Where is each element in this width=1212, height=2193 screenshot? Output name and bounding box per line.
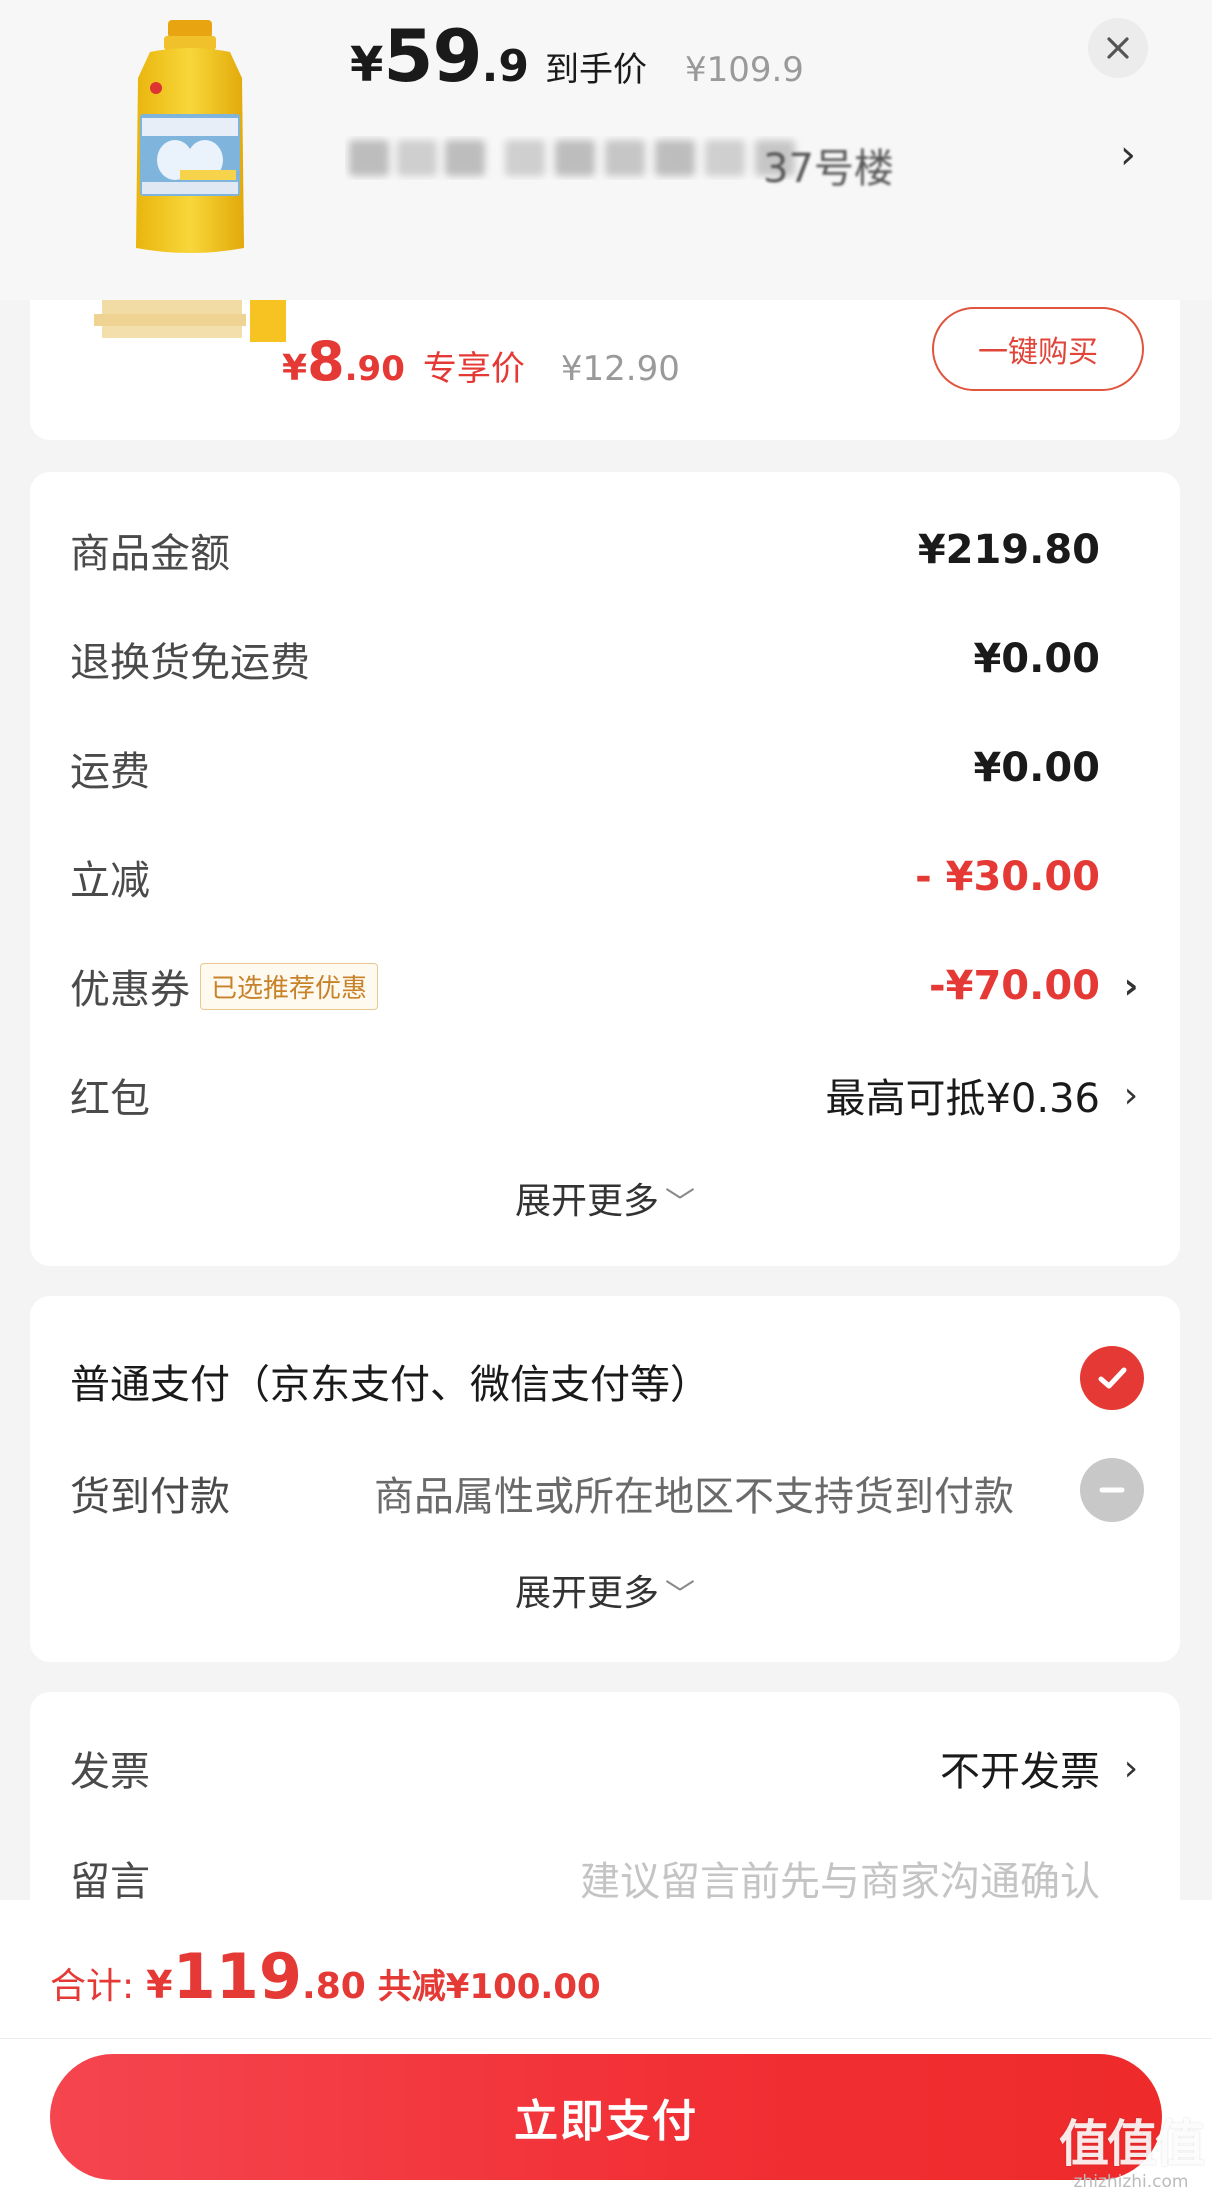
row-label: 运费 (70, 749, 150, 795)
total-saved: 共减¥100.00 (377, 1967, 601, 2007)
row-value: -¥70.00 (929, 963, 1100, 1009)
address-chevron-icon[interactable]: › (1120, 132, 1136, 178)
chevron-right-icon: › (1123, 1747, 1139, 1789)
payment-option-normal[interactable]: 普通支付（京东支付、微信支付等） (70, 1352, 710, 1410)
rec-price-decimal: .90 (344, 349, 405, 389)
watermark-url: zhizhizhi.com (1073, 2172, 1189, 2192)
total-label: 合计: (50, 1966, 135, 2007)
row-instant-discount: 立减 - ¥30.00 (70, 847, 1140, 907)
row-message[interactable]: 留言 建议留言前先与商家沟通确认 (70, 1848, 1140, 1908)
total-currency: ¥ (146, 1963, 173, 2007)
final-price: ¥ 59 .9 到手价 ¥109.9 (350, 14, 804, 98)
price-decimal: .9 (481, 41, 529, 92)
close-button[interactable] (1088, 18, 1148, 78)
divider (0, 2038, 1212, 2039)
order-total: 合计: ¥ 119 .80 共减¥100.00 (50, 1940, 601, 2013)
row-invoice[interactable]: 发票 不开发票 › (70, 1738, 1140, 1798)
close-icon (1107, 37, 1129, 59)
product-header: ¥ 59 .9 到手价 ¥109.9 37号楼 › (0, 0, 1212, 300)
chevron-down-icon: ﹀ (665, 1578, 695, 1613)
chevron-down-icon: ﹀ (665, 1186, 695, 1221)
shipping-address[interactable]: 37号楼 (345, 128, 965, 192)
expand-more-button[interactable]: 展开更多 ﹀ (30, 1172, 1180, 1224)
address-text: 37号楼 (763, 146, 894, 192)
recommended-price: ¥ 8 .90 专享价 ¥12.90 (282, 330, 680, 393)
invoice-value: 不开发票 (940, 1749, 1100, 1795)
row-label: 商品金额 (70, 531, 230, 577)
row-return-shipping: 退换货免运费 ¥0.00 (70, 629, 1140, 689)
row-value: ¥0.00 (973, 745, 1100, 791)
row-label: 红包 (70, 1076, 150, 1122)
expand-more-label: 展开更多 (514, 1573, 659, 1614)
chevron-right-icon: › (1123, 965, 1139, 1007)
payment-expand-more-button[interactable]: 展开更多 ﹀ (30, 1564, 1180, 1616)
row-label: 优惠券 (70, 967, 190, 1013)
coupon-selected-badge: 已选推荐优惠 (200, 962, 379, 1010)
chevron-right-icon: › (1123, 1074, 1139, 1116)
recommended-item-card: ¥ 8 .90 专享价 ¥12.90 一键购买 (30, 300, 1180, 440)
rec-price-currency: ¥ (282, 348, 308, 389)
expand-more-label: 展开更多 (514, 1181, 659, 1222)
row-value: - ¥30.00 (915, 854, 1100, 900)
order-amount-card: 商品金额 ¥219.80 退换货免运费 ¥0.00 运费 ¥0.00 立减 - … (30, 472, 1180, 1266)
row-value: 最高可抵¥0.36 (825, 1076, 1100, 1122)
one-click-buy-button[interactable]: 一键购买 (932, 307, 1144, 391)
price-integer: 59 (383, 14, 482, 98)
watermark-logo: 值值值 (1059, 2115, 1205, 2173)
payment-option-cod: 货到付款 (70, 1474, 230, 1520)
total-integer: 119 (172, 1940, 303, 2013)
row-value: ¥0.00 (973, 636, 1100, 682)
message-label: 留言 (70, 1859, 150, 1905)
row-label: 退换货免运费 (70, 640, 310, 686)
selected-check-icon[interactable] (1080, 1346, 1144, 1410)
row-red-packet[interactable]: 红包 最高可抵¥0.36 › (70, 1065, 1140, 1125)
rec-original-price: ¥12.90 (560, 349, 680, 389)
price-label: 到手价 (544, 50, 647, 90)
row-value: ¥219.80 (917, 527, 1100, 573)
original-price: ¥109.9 (684, 50, 804, 90)
pay-now-button[interactable]: 立即支付 (50, 2054, 1162, 2180)
row-goods-amount: 商品金额 ¥219.80 (70, 520, 1140, 580)
rec-price-label: 专享价 (422, 349, 525, 389)
checkout-bar: 合计: ¥ 119 .80 共减¥100.00 立即支付 (0, 1900, 1212, 2193)
row-label: 立减 (70, 858, 150, 904)
product-image-oil-bottle (136, 20, 244, 253)
cod-unavailable-note: 商品属性或所在地区不支持货到付款 (374, 1474, 1014, 1520)
payment-method-card: 普通支付（京东支付、微信支付等） 货到付款 商品属性或所在地区不支持货到付款 展… (30, 1296, 1180, 1662)
price-currency: ¥ (350, 37, 384, 93)
recommended-item-image (94, 300, 286, 342)
invoice-label: 发票 (70, 1749, 150, 1795)
watermark: 值值值 zhizhizhi.com (1056, 2104, 1206, 2192)
disabled-minus-icon (1080, 1458, 1144, 1522)
row-coupon[interactable]: 优惠券 已选推荐优惠 -¥70.00 › (70, 956, 1140, 1016)
rec-price-integer: 8 (307, 330, 345, 393)
row-shipping-fee: 运费 ¥0.00 (70, 738, 1140, 798)
message-input[interactable]: 建议留言前先与商家沟通确认 (580, 1849, 1100, 1907)
total-decimal: .80 (302, 1966, 366, 2007)
